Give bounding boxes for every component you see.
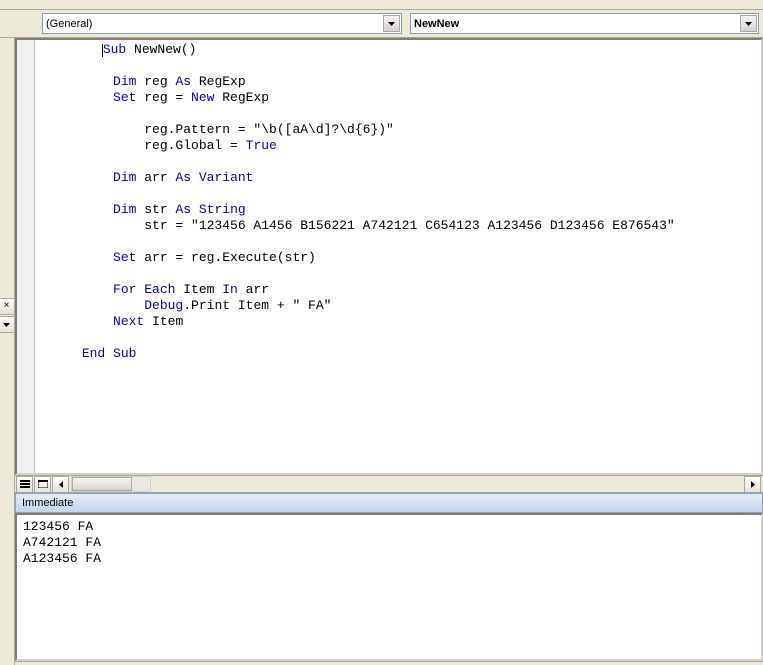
procedure-view-button[interactable] <box>16 476 33 493</box>
chevron-down-icon <box>388 22 395 26</box>
main-area: × Sub NewNew() Dim reg As RegExp Set reg… <box>0 38 763 665</box>
hscroll-left-button[interactable] <box>52 476 69 493</box>
procedure-dropdown[interactable]: NewNew <box>410 13 759 34</box>
full-module-view-icon <box>38 480 48 488</box>
immediate-title-bar[interactable]: Immediate <box>15 493 763 513</box>
full-module-view-button[interactable] <box>34 476 51 493</box>
code-bottom-bar <box>15 475 763 493</box>
procedure-dropdown-value: NewNew <box>414 18 459 30</box>
immediate-panel[interactable]: 123456 FA A742121 FA A123456 FA <box>15 513 763 661</box>
object-dropdown[interactable]: (General) <box>42 13 402 34</box>
hscroll-thumb[interactable] <box>72 477 132 491</box>
object-dropdown-button[interactable] <box>383 15 400 32</box>
procedure-view-icon <box>20 480 30 488</box>
immediate-text[interactable]: 123456 FA A742121 FA A123456 FA <box>17 515 761 571</box>
code-window: Sub NewNew() Dim reg As RegExp Set reg =… <box>15 38 763 665</box>
dropdown-left-spacer <box>4 13 34 34</box>
dock-dropdown-button[interactable] <box>0 316 15 333</box>
chevron-down-icon <box>3 323 10 327</box>
code-area[interactable]: Sub NewNew() Dim reg As RegExp Set reg =… <box>15 38 763 475</box>
procedure-dropdown-button[interactable] <box>740 15 757 32</box>
immediate-title-text: Immediate <box>22 497 73 509</box>
code-text[interactable]: Sub NewNew() Dim reg As RegExp Set reg =… <box>35 40 761 473</box>
code-margin <box>17 40 35 473</box>
dock-close-button[interactable]: × <box>0 298 15 315</box>
object-dropdown-value: (General) <box>46 18 92 30</box>
chevron-down-icon <box>745 22 752 26</box>
triangle-right-icon <box>751 481 755 488</box>
code-dropdown-row: (General) NewNew <box>0 10 763 38</box>
triangle-left-icon <box>59 481 63 488</box>
bottom-strip <box>15 661 763 665</box>
hscroll-right-button[interactable] <box>744 476 761 493</box>
left-dock-gutter: × <box>0 38 15 665</box>
close-icon: × <box>4 300 10 311</box>
top-toolbar-sliver <box>0 0 763 10</box>
hscroll-track[interactable] <box>71 476 151 492</box>
